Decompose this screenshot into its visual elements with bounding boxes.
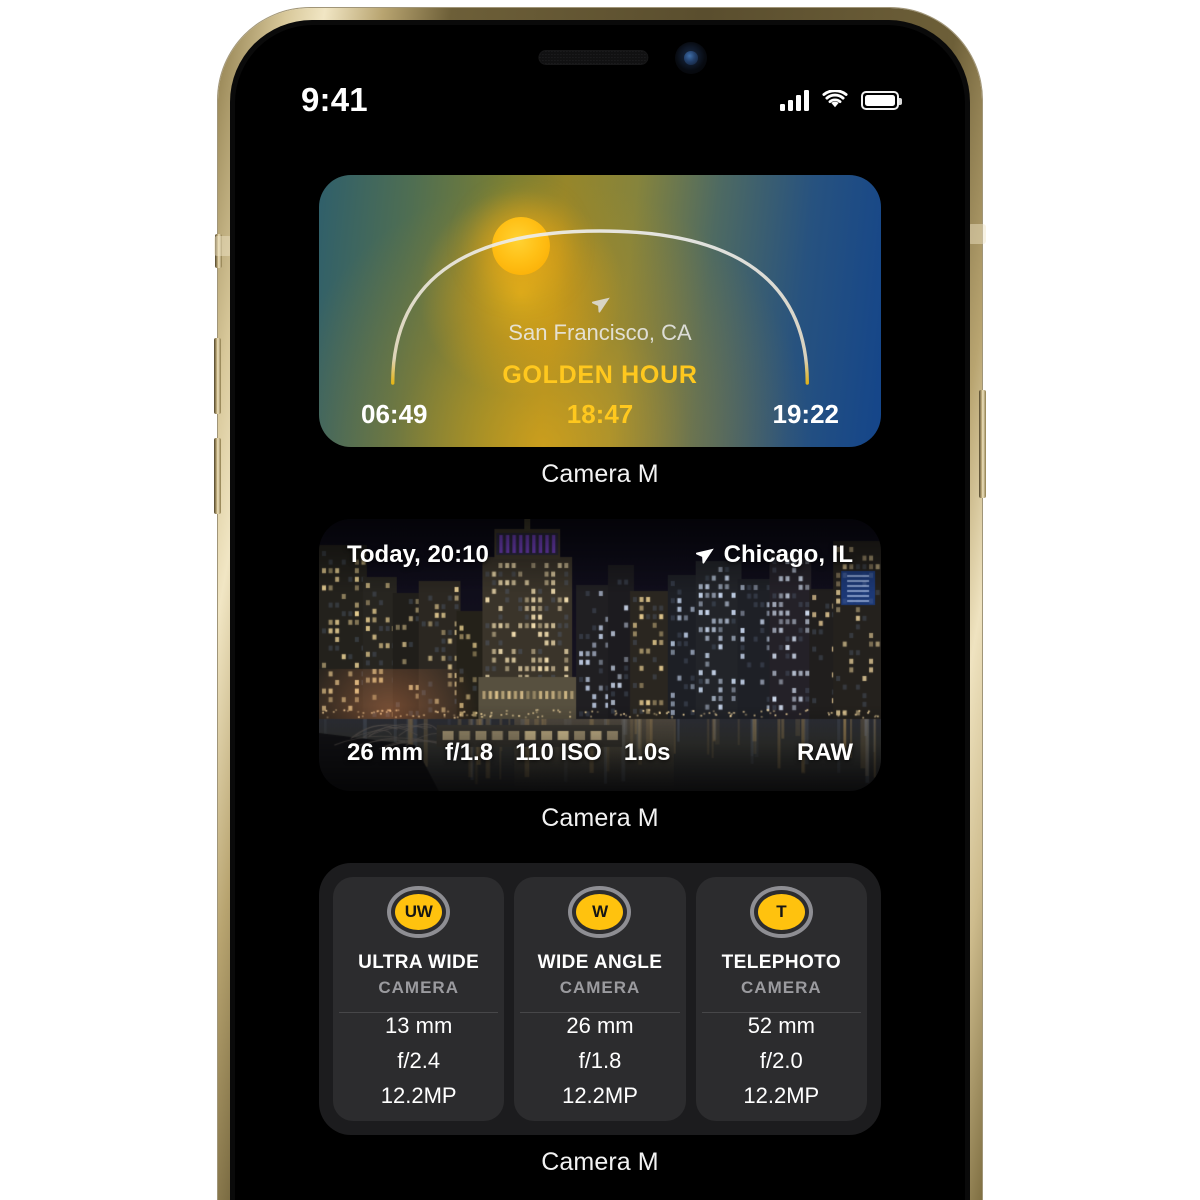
side-power-button[interactable] <box>979 390 986 498</box>
front-camera-icon <box>675 42 707 74</box>
antenna-band-right <box>968 224 986 244</box>
photo-widget-bottom-bar: 26 mm f/1.8 110 ISO 1.0s RAW <box>319 739 881 767</box>
lens-megapixels: 12.2MP <box>380 1083 457 1108</box>
sunset-time: 19:22 <box>772 399 840 429</box>
phone-screen: 9:41 San Francisco, CA GOLDEN HOUR 18:47… <box>235 25 965 1200</box>
lens-aperture: f/1.8 <box>578 1048 622 1073</box>
earpiece-speaker-icon <box>538 50 649 65</box>
status-bar-icons <box>780 89 902 111</box>
telephoto-lens-badge-icon: T <box>757 894 805 931</box>
golden-hour-widget-label: Camera M <box>541 460 659 488</box>
lens-focal-length: 13 mm <box>385 1013 453 1038</box>
lens-focal-length: 52 mm <box>747 1013 815 1038</box>
lens-name: WIDE ANGLE <box>537 952 663 974</box>
photo-format-badge: RAW <box>797 739 853 766</box>
wide-angle-lens-badge-icon: W <box>576 894 624 931</box>
screenshot-stage: 9:41 San Francisco, CA GOLDEN HOUR 18:47… <box>0 0 1200 1200</box>
lens-subtitle: CAMERA <box>378 978 459 998</box>
lens-name: ULTRA WIDE <box>358 952 480 974</box>
lens-spec-list: 26 mm f/1.8 12.2MP <box>562 1013 638 1109</box>
exif-aperture: f/1.8 <box>445 739 494 766</box>
widget-stack: San Francisco, CA GOLDEN HOUR 18:47 06:4… <box>235 175 965 1200</box>
lens-card-ultra-wide[interactable]: UW ULTRA WIDE CAMERA 13 mm f/2.4 12.2MP <box>333 877 505 1121</box>
lens-subtitle: CAMERA <box>741 978 822 998</box>
volume-up-button[interactable] <box>214 338 221 414</box>
lens-focal-length: 26 mm <box>566 1013 634 1038</box>
lens-megapixels: 12.2MP <box>743 1083 820 1108</box>
exif-focal-length: 26 mm <box>347 739 424 766</box>
lens-card-telephoto[interactable]: T TELEPHOTO CAMERA 52 mm f/2.0 12.2MP <box>695 877 867 1121</box>
lens-spec-list: 13 mm f/2.4 12.2MP <box>381 1013 457 1109</box>
location-arrow-icon <box>591 297 610 313</box>
battery-full-icon <box>861 90 902 110</box>
exif-iso: 110 ISO <box>515 739 602 766</box>
status-bar: 9:41 <box>235 77 965 123</box>
lens-aperture: f/2.0 <box>759 1048 803 1073</box>
lens-megapixels: 12.2MP <box>562 1083 638 1108</box>
golden-hour-widget[interactable]: San Francisco, CA GOLDEN HOUR 18:47 06:4… <box>319 175 881 447</box>
photo-widget-label: Camera M <box>541 804 659 832</box>
device-bezel: 9:41 San Francisco, CA GOLDEN HOUR 18:47… <box>230 20 970 1200</box>
volume-down-button[interactable] <box>214 438 221 514</box>
lens-card-wide-angle[interactable]: W WIDE ANGLE CAMERA 26 mm f/1.8 12.2MP <box>514 877 686 1121</box>
location-arrow-icon <box>695 548 714 564</box>
lens-cards-widget-label: Camera M <box>541 1148 659 1176</box>
sun-widget-location: San Francisco, CA <box>319 293 881 346</box>
exif-list: 26 mm f/1.8 110 ISO 1.0s <box>347 739 671 767</box>
golden-hour-title: GOLDEN HOUR <box>502 361 698 389</box>
photo-widget-top-bar: Today, 20:10 Chicago, IL <box>319 541 881 569</box>
ultra-wide-lens-badge-icon: UW <box>395 894 443 931</box>
photo-location: Chicago, IL <box>693 541 853 569</box>
cellular-signal-icon <box>780 89 809 111</box>
photo-location-label: Chicago, IL <box>723 541 853 568</box>
sunrise-time: 06:49 <box>361 399 428 429</box>
lens-subtitle: CAMERA <box>559 978 641 998</box>
lens-cards-widget[interactable]: UW ULTRA WIDE CAMERA 13 mm f/2.4 12.2MP <box>319 863 881 1135</box>
photo-exif-widget[interactable]: Today, 20:10 Chicago, IL 26 mm f/1.8 110… <box>319 519 881 791</box>
status-bar-time: 9:41 <box>301 81 368 118</box>
sun-widget-location-label: San Francisco, CA <box>508 320 692 345</box>
wifi-icon <box>822 90 848 108</box>
photo-timestamp: Today, 20:10 <box>347 541 489 568</box>
lens-spec-list: 52 mm f/2.0 12.2MP <box>743 1013 819 1109</box>
exif-shutter: 1.0s <box>623 739 671 766</box>
lens-aperture: f/2.4 <box>397 1048 441 1073</box>
phone-device-frame: 9:41 San Francisco, CA GOLDEN HOUR 18:47… <box>214 8 986 1200</box>
lens-name: TELEPHOTO <box>721 952 841 974</box>
